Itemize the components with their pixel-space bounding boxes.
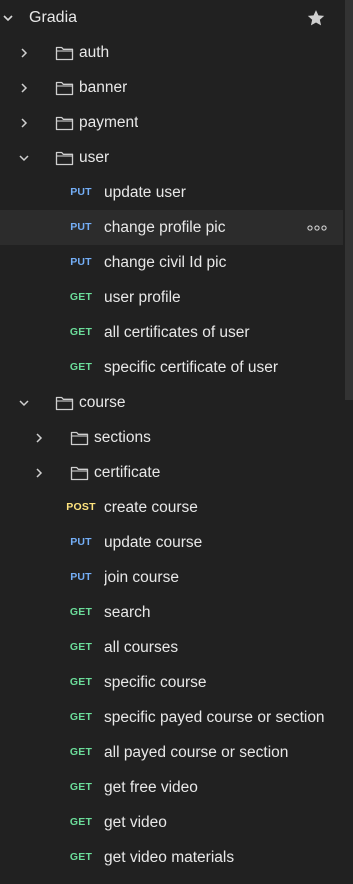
method-badge: GET — [69, 711, 93, 723]
star-icon[interactable] — [306, 0, 326, 35]
chevron-right-icon[interactable] — [31, 420, 47, 455]
chevron-right-icon[interactable] — [31, 455, 47, 490]
request-label: change civil Id pic — [104, 254, 227, 271]
request-get-video-materials[interactable]: GET get video materials — [0, 840, 343, 875]
folder-label: banner — [79, 79, 128, 96]
request-specific-payed-course-or-section[interactable]: GET specific payed course or section — [0, 700, 343, 735]
chevron-right-icon[interactable] — [16, 35, 32, 70]
chevron-down-icon[interactable] — [16, 140, 32, 175]
chevron-right-icon[interactable] — [16, 70, 32, 105]
request-get-video[interactable]: GET get video — [0, 805, 343, 840]
chevron-right-icon[interactable] — [16, 105, 32, 140]
method-badge: PUT — [70, 536, 92, 548]
request-search[interactable]: GET search — [0, 595, 343, 630]
method-badge: POST — [66, 501, 96, 513]
method-badge: PUT — [70, 571, 92, 583]
folder-label: payment — [79, 114, 139, 131]
method-badge: GET — [69, 781, 93, 793]
folder-icon — [54, 35, 74, 70]
folder-sections[interactable]: sections — [0, 420, 343, 455]
collection-name: Gradia — [29, 9, 78, 26]
folder-certificate[interactable]: certificate — [0, 455, 343, 490]
method-badge: PUT — [70, 186, 92, 198]
folder-icon — [69, 420, 89, 455]
method-badge: GET — [69, 291, 93, 303]
method-badge: GET — [69, 641, 93, 653]
request-change-civil-id-pic[interactable]: PUT change civil Id pic — [0, 245, 343, 280]
folder-label: auth — [79, 44, 110, 61]
folder-icon — [54, 385, 74, 420]
request-label: all courses — [104, 639, 179, 656]
request-get-free-video[interactable]: GET get free video — [0, 770, 343, 805]
request-label: create course — [104, 499, 198, 516]
request-label: get video materials — [104, 849, 235, 866]
collection-sidebar: Gradia auth banner payment user PUT update us… — [0, 0, 353, 884]
request-join-course[interactable]: PUT join course — [0, 560, 343, 595]
request-user-profile[interactable]: GET user profile — [0, 280, 343, 315]
request-label: all payed course or section — [104, 744, 289, 761]
request-update-course[interactable]: PUT update course — [0, 525, 343, 560]
request-all-courses[interactable]: GET all courses — [0, 630, 343, 665]
method-badge: PUT — [70, 221, 92, 233]
request-label: update user — [104, 184, 186, 201]
request-label: specific certificate of user — [104, 359, 279, 376]
method-badge: GET — [69, 746, 93, 758]
more-horizontal-icon[interactable] — [307, 210, 327, 245]
folder-label: sections — [94, 429, 151, 446]
request-label: all certificates of user — [104, 324, 250, 341]
method-badge: GET — [69, 606, 93, 618]
request-specific-certificate-of-user[interactable]: GET specific certificate of user — [0, 350, 343, 385]
request-all-payed-course-or-section[interactable]: GET all payed course or section — [0, 735, 343, 770]
folder-user[interactable]: user — [0, 140, 343, 175]
method-badge: GET — [69, 326, 93, 338]
folder-course[interactable]: course — [0, 385, 343, 420]
method-badge: PUT — [70, 256, 92, 268]
request-create-course[interactable]: POST create course — [0, 490, 343, 525]
request-label: specific course — [104, 674, 207, 691]
folder-label: course — [79, 394, 126, 411]
request-update-user[interactable]: PUT update user — [0, 175, 343, 210]
folder-icon — [54, 140, 74, 175]
folder-auth[interactable]: auth — [0, 35, 343, 70]
request-change-profile-pic[interactable]: PUT change profile pic — [0, 210, 343, 245]
method-badge: GET — [69, 816, 93, 828]
chevron-down-icon[interactable] — [16, 385, 32, 420]
folder-label: user — [79, 149, 110, 166]
folder-icon — [54, 70, 74, 105]
folder-icon — [54, 105, 74, 140]
request-all-certificates-of-user[interactable]: GET all certificates of user — [0, 315, 343, 350]
method-badge: GET — [69, 676, 93, 688]
request-label: get free video — [104, 779, 198, 796]
folder-label: certificate — [94, 464, 161, 481]
request-label: search — [104, 604, 151, 621]
method-badge: GET — [69, 361, 93, 373]
request-label: join course — [104, 569, 179, 586]
method-badge: GET — [69, 851, 93, 863]
collection-row-gradia[interactable]: Gradia — [0, 0, 343, 35]
folder-payment[interactable]: payment — [0, 105, 343, 140]
request-specific-course[interactable]: GET specific course — [0, 665, 343, 700]
scrollbar[interactable] — [345, 0, 353, 400]
folder-icon — [69, 455, 89, 490]
request-label: get video — [104, 814, 167, 831]
request-label: update course — [104, 534, 203, 551]
chevron-down-icon[interactable] — [0, 0, 16, 35]
request-label: change profile pic — [104, 219, 226, 236]
request-label: user profile — [104, 289, 181, 306]
request-label: specific payed course or section — [104, 709, 325, 726]
folder-banner[interactable]: banner — [0, 70, 343, 105]
